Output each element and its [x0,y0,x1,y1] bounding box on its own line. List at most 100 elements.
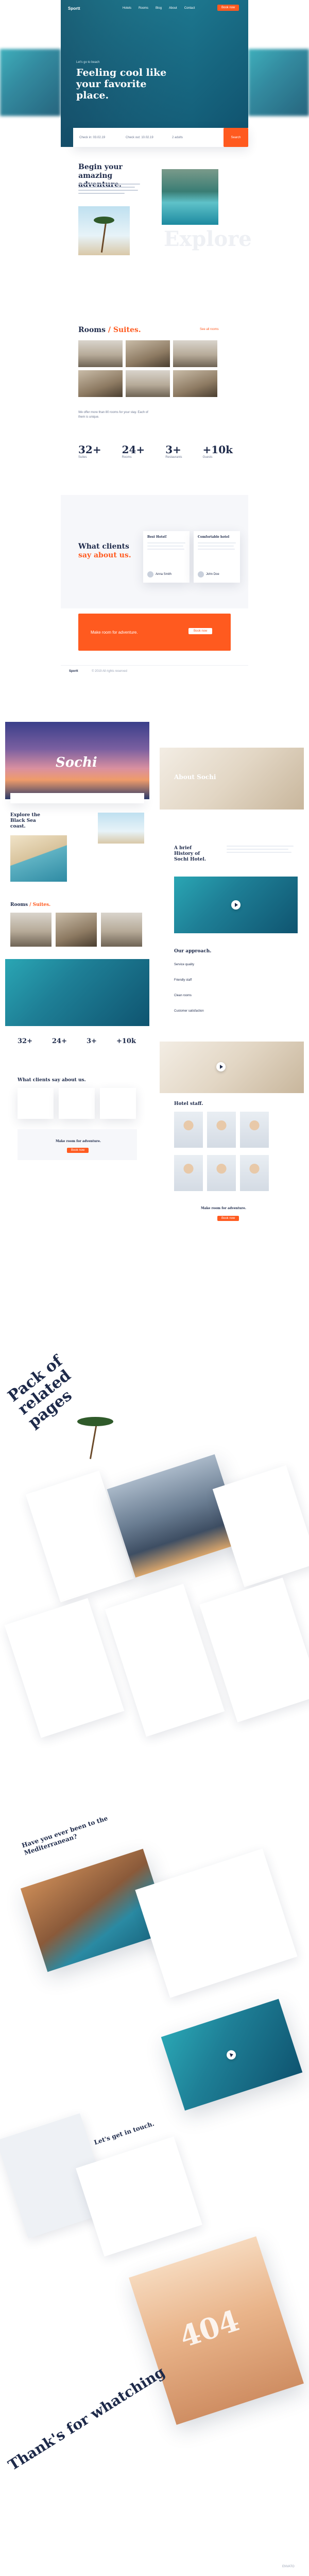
stat-value: 3+ [165,443,181,456]
room-card-1[interactable] [78,340,123,367]
approach-item: Customer satisfaction [174,1010,204,1013]
thanks-title: Thank's for whatching [5,2363,168,2474]
page-homepage: Sportt Hotels Rooms Blog About Contact B… [0,0,309,686]
see-all-rooms-link[interactable]: See all rooms [200,328,219,331]
stat-label: Rooms [122,456,132,459]
promo-button[interactable]: Book now [188,628,213,634]
sochi-room-2[interactable] [56,913,97,947]
explore-watermark: Explore [164,227,252,251]
nav-item-hotels[interactable]: Hotels [123,7,131,10]
staff-title: Hotel staff. [174,1101,203,1107]
stat-value: 3+ [87,1037,97,1045]
error-code: 404 [176,2303,244,2355]
blurred-side-image-left [0,49,61,116]
nav-item-contact[interactable]: Contact [184,7,195,10]
footer-copyright: © 2019 All rights reserved [92,670,127,673]
rooms-title: Rooms / Suites. [78,326,141,334]
room-card-4[interactable] [78,370,123,397]
stat-suites: 32+ Suites [78,443,101,459]
hero-kicker: Let's go to beach [76,61,100,64]
blurred-side-image-right [248,49,309,116]
promo-button[interactable]: Book now [67,1148,89,1153]
error-page-image: 404 [129,2236,304,2425]
testimonials-section: What clients say about us. Best Hotel! A… [61,495,248,608]
sochi-hero: Sochi [5,722,149,799]
staff-photo-6 [240,1155,269,1191]
staff-photo-1 [174,1112,203,1148]
booking-search-bar: Check in: 03.02.19 Check out: 10.02.19 2… [73,128,248,147]
pack-mockup-4 [4,1598,125,1738]
sochi-rooms-title: Rooms / Suites. [10,902,50,907]
stat-label: Restaurants [165,456,182,459]
sochi-review-3 [100,1088,136,1119]
play-icon[interactable] [225,2049,237,2061]
room-card-3[interactable] [173,340,217,367]
staff-photo-3 [240,1112,269,1148]
approach-item: Service quality [174,963,195,966]
sochi-room-1[interactable] [10,913,52,947]
pool-image [162,169,218,225]
sochi-clients-title: What clients say about us. [18,1078,86,1083]
header-book-button[interactable]: Book now [217,5,239,11]
staff-photo-5 [207,1155,236,1191]
stat-value: 24+ [122,443,145,456]
stat-guests: +10k Guests [203,443,233,459]
pack-mockup-3 [212,1465,309,1588]
sochi-promo: Make room for adventure. Book now [18,1129,137,1160]
search-button[interactable]: Search [224,128,248,147]
sochi-hero-title: Sochi [56,755,97,770]
testimonial-name: John Doe [206,573,219,576]
approach-title: Our approach. [174,949,212,954]
checkin-field[interactable]: Check in: 03.02.19 [79,136,115,139]
rooms-title-accent: / Suites. [29,902,51,907]
staff-photo-4 [174,1155,203,1191]
history-title: A brief History of Sochi Hotel. [174,846,207,862]
adventure-section: Begin your amazing adventure. Explore [61,155,252,320]
play-icon[interactable] [231,900,241,910]
palm-tree-image [78,206,130,255]
rooms-title-accent: / Suites. [108,326,141,334]
testimonial-name: Anna Smith [156,573,172,576]
nav-item-blog[interactable]: Blog [156,7,162,10]
play-icon[interactable] [216,1062,226,1071]
testimonial-card-2: Comfortable hotel John Doe [194,531,240,583]
contact-title: Let's get in touch. [93,2120,156,2146]
approach-item: Friendly staff [174,979,192,982]
article-image-2 [161,1999,303,2111]
history-text [227,846,294,853]
avatar [198,571,204,577]
room-card-2[interactable] [126,340,170,367]
pack-palm-image [62,1413,134,1464]
testimonial-card-1: Best Hotel! Anna Smith [143,531,190,583]
stat-rooms: 24+ Rooms [122,443,145,459]
promo-button[interactable]: Book now [217,1216,239,1221]
stats-row: 32+ Suites 24+ Rooms 3+ Restaurants +10k Gue… [78,443,233,459]
testimonials-title-accent: say about us. [78,551,131,559]
approach-item: Clean rooms [174,994,192,997]
checkout-field[interactable]: Check out: 10.02.19 [126,136,162,139]
sochi-room-3[interactable] [101,913,142,947]
rooms-title-plain: Rooms [78,326,106,334]
stat-label: Guests [202,456,213,459]
stat-label: Suites [78,456,87,459]
nav-item-rooms[interactable]: Rooms [139,7,148,10]
room-card-6[interactable] [173,370,217,397]
promo-text: Make room for adventure. [91,630,138,635]
article-title: Have you ever been to the Mediterranean? [21,1814,109,1857]
sochi-beach-image [10,835,67,882]
about-image-2 [160,1042,304,1093]
guests-select[interactable]: 2 adults [172,136,203,139]
footer-logo[interactable]: Sportt [69,670,78,673]
sochi-search-bar [10,793,144,803]
testimonials-title-plain: What clients [78,542,129,551]
logo[interactable]: Sportt [68,6,80,11]
sochi-side-image [98,813,144,844]
watermark: ENVATO [282,2565,295,2568]
room-card-5[interactable] [126,370,170,397]
sochi-explore-title: Explore the Black Sea coast. [10,813,40,829]
nav-item-about[interactable]: About [169,7,177,10]
stat-value: 32+ [78,443,101,456]
logo-text: Sportt [68,6,80,11]
adventure-text [78,184,140,194]
main-nav: Hotels Rooms Blog About Contact [123,7,195,10]
